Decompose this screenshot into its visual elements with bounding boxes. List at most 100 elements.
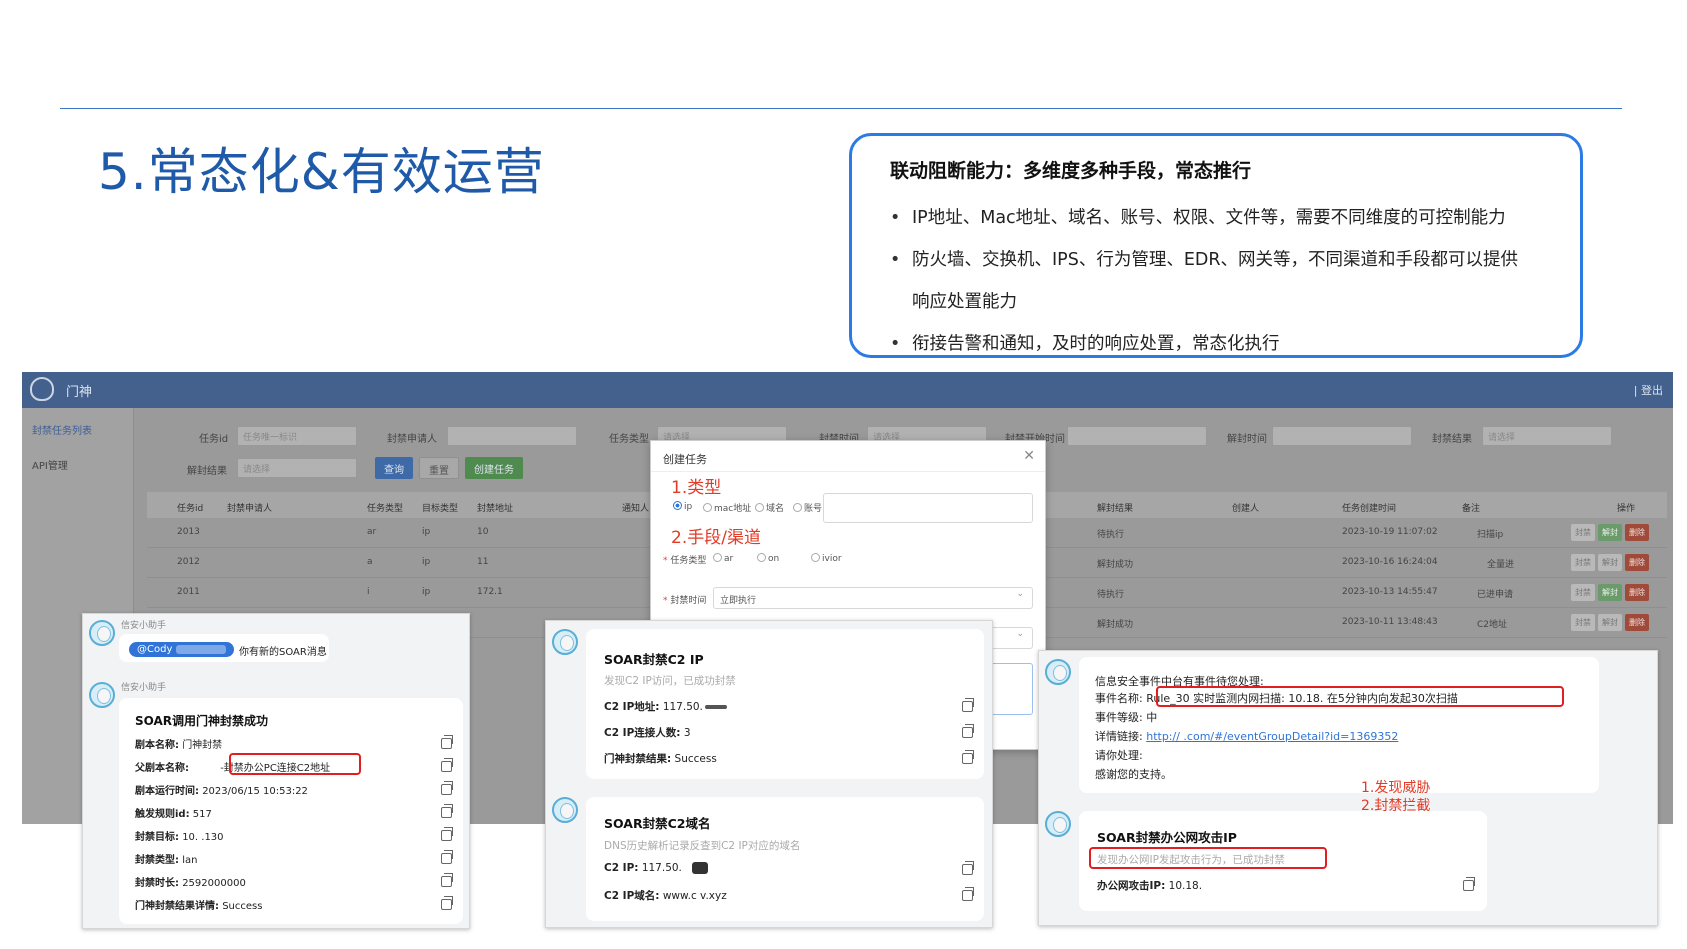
highlight-box — [229, 753, 361, 775]
task-id-input[interactable]: 任务唯一标识 — [237, 426, 357, 446]
row-id: 2012 — [177, 557, 200, 567]
highlight-box — [1089, 847, 1327, 869]
row-result: 解封成功 — [1097, 560, 1134, 570]
delete-button[interactable]: 删除 — [1625, 554, 1649, 571]
unban-time-input[interactable] — [1272, 426, 1412, 446]
card-title: SOAR调用门神封禁成功 — [135, 714, 269, 728]
unban-button[interactable]: 解封 — [1598, 614, 1622, 631]
query-button[interactable]: 查询 — [375, 457, 413, 479]
copy-icon[interactable] — [962, 750, 974, 764]
copy-icon[interactable] — [441, 896, 453, 910]
app-header: 门神 | 登出 — [22, 372, 1673, 408]
copy-icon[interactable] — [441, 827, 453, 841]
copy-icon[interactable] — [962, 861, 974, 875]
radio-ip[interactable]: ip — [673, 501, 692, 512]
copy-icon[interactable] — [962, 887, 974, 901]
row-time: 2023-10-13 14:55:47 — [1342, 587, 1438, 597]
target-input[interactable] — [823, 493, 1033, 523]
ban-button[interactable]: 封禁 — [1571, 524, 1595, 541]
field-row: 剧本运行时间: 2023/06/15 10:53:22 — [135, 786, 308, 797]
unban-button[interactable]: 解封 — [1598, 584, 1622, 601]
th-note: 备注 — [1462, 504, 1481, 514]
bot-avatar — [1045, 659, 1071, 685]
event-card: 信息安全事件中台有事件待您处理: 事件名称: Rule_30 实时监测内网扫描:… — [1079, 657, 1599, 793]
event-please: 请你处理: — [1095, 749, 1143, 762]
chat-panel-c2: SOAR封禁C2 IP 发现C2 IP访问，已成功封禁 C2 IP地址: 117… — [545, 620, 993, 928]
row-type: ar — [367, 527, 377, 537]
attack-ip-card: SOAR封禁办公网攻击IP 发现办公网IP发起攻击行为，已成功封禁 办公网攻击I… — [1079, 811, 1487, 911]
reset-button[interactable]: 重置 — [419, 457, 459, 479]
copy-icon[interactable] — [441, 781, 453, 795]
unban-button[interactable]: 解封 — [1598, 524, 1622, 541]
copy-icon[interactable] — [1463, 877, 1475, 891]
message-text: 你有新的SOAR消息 — [239, 647, 327, 658]
field-row: 门神封禁结果详情: Success — [135, 901, 263, 912]
event-detail-link[interactable]: http:// .com/#/eventGroupDetail?id=13693… — [1146, 730, 1398, 743]
mention-tag: @Cody — [129, 642, 234, 657]
ban-button[interactable]: 封禁 — [1571, 584, 1595, 601]
task-type-label: * 任务类型 — [663, 556, 707, 566]
field-row: C2 IP域名: www.c v.xyz — [604, 890, 727, 902]
copy-icon[interactable] — [441, 850, 453, 864]
result-select[interactable]: 请选择 — [1482, 426, 1612, 446]
card-title: SOAR封禁C2 IP — [604, 652, 704, 667]
row-target: ip — [422, 587, 431, 597]
sender-name: 信安小助手 — [121, 683, 167, 693]
task-id-label: 任务id — [199, 434, 229, 445]
th-task-type: 任务类型 — [367, 504, 404, 514]
th-target-type: 目标类型 — [422, 504, 459, 514]
card-subtitle: DNS历史解析记录反查到C2 IP对应的域名 — [604, 840, 801, 852]
th-notifier: 通知人 — [622, 504, 650, 514]
card-title: SOAR封禁办公网攻击IP — [1097, 830, 1237, 845]
slide-title: 5.常态化&有效运营 — [98, 143, 545, 201]
unban-result-label: 解封结果 — [187, 466, 227, 477]
task-type-option[interactable]: ivior — [811, 553, 842, 564]
copy-icon[interactable] — [962, 698, 974, 712]
bot-avatar — [1045, 811, 1071, 837]
field-row: 门神封禁结果: Success — [604, 753, 717, 765]
capability-bullet-continuation: 响应处置能力 — [912, 292, 1017, 312]
radio-domain[interactable]: 域名 — [755, 501, 784, 514]
delete-button[interactable]: 删除 — [1625, 584, 1649, 601]
capability-heading: 联动阻断能力：多维度多种手段，常态推行 — [890, 160, 1252, 182]
row-result: 解封成功 — [1097, 620, 1134, 630]
sidebar-item-ban-tasks[interactable]: 封禁任务列表 — [22, 408, 133, 443]
field-row: 封禁目标: 10. .130 — [135, 832, 224, 843]
close-icon[interactable]: ✕ — [1023, 448, 1035, 464]
copy-icon[interactable] — [441, 804, 453, 818]
applicant-input[interactable] — [447, 426, 577, 446]
event-thanks: 感谢您的支持。 — [1095, 768, 1172, 781]
ban-time-select[interactable]: 立即执行 — [713, 587, 1033, 609]
th-applicant: 封禁申请人 — [227, 504, 273, 514]
ban-button[interactable]: 封禁 — [1571, 614, 1595, 631]
create-task-button[interactable]: 创建任务 — [465, 457, 523, 479]
ban-time-label: * 封禁时间 — [663, 596, 707, 606]
capability-bullet: 防火墙、交换机、IPS、行为管理、EDR、网关等，不同渠道和手段都可以提供 — [890, 239, 1544, 281]
header-divider — [60, 108, 1622, 109]
sidebar-item-api[interactable]: API管理 — [22, 443, 133, 478]
ban-start-input[interactable] — [1067, 426, 1207, 446]
th-address: 封禁地址 — [477, 504, 514, 514]
row-addr: 172.1 — [477, 587, 503, 597]
row-target: ip — [422, 527, 431, 537]
unban-button[interactable]: 解封 — [1598, 554, 1622, 571]
copy-icon[interactable] — [441, 873, 453, 887]
unban-result-select[interactable]: 请选择 — [237, 458, 357, 478]
radio-account[interactable]: 账号 — [793, 501, 822, 514]
copy-icon[interactable] — [441, 758, 453, 772]
shield-logo-icon — [30, 377, 54, 401]
field-row: C2 IP连接人数: 3 — [604, 727, 691, 739]
copy-icon[interactable] — [962, 724, 974, 738]
copy-icon[interactable] — [441, 735, 453, 749]
delete-button[interactable]: 删除 — [1625, 614, 1649, 631]
logout-link[interactable]: | 登出 — [1634, 382, 1663, 398]
radio-mac[interactable]: mac地址 — [703, 501, 751, 514]
row-note: 已进申请 — [1477, 590, 1514, 600]
task-type-option[interactable]: ar — [713, 553, 733, 564]
delete-button[interactable]: 删除 — [1625, 524, 1649, 541]
row-result: 待执行 — [1097, 530, 1125, 540]
th-unban-result: 解封结果 — [1097, 504, 1134, 514]
bot-avatar — [89, 620, 115, 646]
ban-button[interactable]: 封禁 — [1571, 554, 1595, 571]
task-type-option[interactable]: on — [757, 553, 779, 564]
